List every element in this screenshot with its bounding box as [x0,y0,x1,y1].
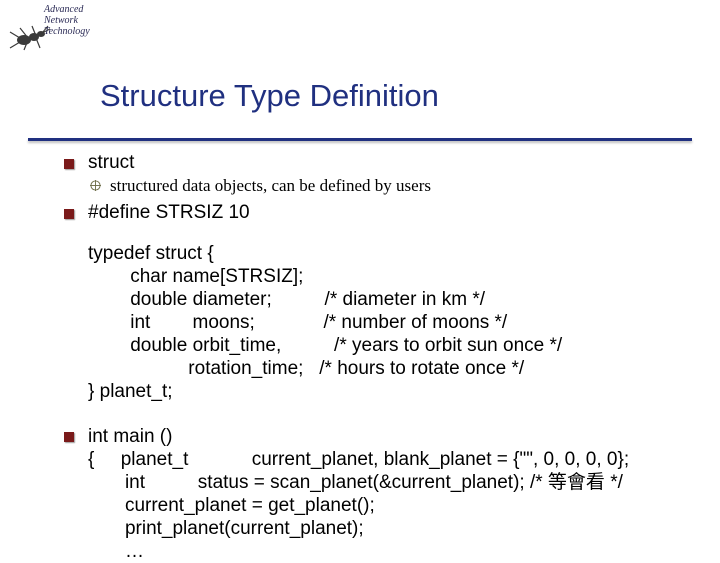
slide-content: struct structured data objects, can be d… [60,148,700,563]
logo-line2: Network [44,15,90,26]
main-code: int main () { planet_t current_planet, b… [60,425,700,563]
crosshair-icon [90,180,101,191]
subbullet-text: structured data objects, can be defined … [110,176,431,195]
typedef-code: typedef struct { char name[STRSIZ]; doub… [60,242,700,403]
logo-line1: Advanced [44,4,90,15]
title-underline [28,138,692,141]
logo: Advanced Network Technology [6,4,96,52]
logo-line3: Technology [44,26,90,37]
bullet-struct: struct [60,152,700,174]
subbullet-struct-desc: structured data objects, can be defined … [60,176,700,196]
bullet-define: #define STRSIZ 10 [60,202,700,224]
slide-title: Structure Type Definition [100,78,439,114]
